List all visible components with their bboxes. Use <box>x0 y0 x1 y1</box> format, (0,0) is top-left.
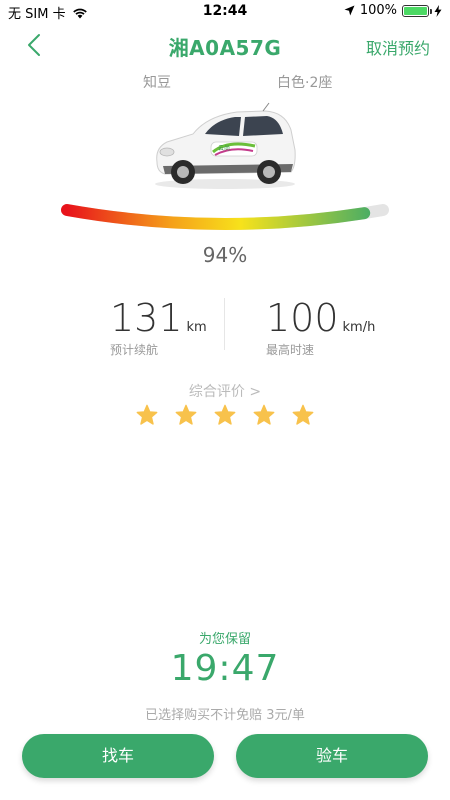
battery-fill <box>404 6 427 15</box>
car-stats: 131 km 预计续航 100 km/h 最高时速 <box>0 296 450 358</box>
range-unit: km <box>186 320 207 335</box>
status-bar: 无 SIM 卡 12:44 100% <box>0 0 450 22</box>
battery-percent: 100% <box>359 3 397 18</box>
reserve-label: 为您保留 <box>198 632 251 647</box>
star-icon <box>136 404 158 425</box>
insurance-notice: 已选择购买不计免赔 3元/单 <box>145 708 305 723</box>
star-icon <box>292 404 314 425</box>
find-car-button[interactable]: 找车 <box>22 734 214 778</box>
star-icon <box>175 404 197 425</box>
charging-bolt-icon <box>434 4 442 17</box>
cancel-reservation-button[interactable]: 取消预约 <box>366 35 430 59</box>
stats-divider <box>224 298 225 350</box>
star-icon <box>214 404 236 425</box>
car-color-seats: 白色·2座 <box>277 75 333 91</box>
star-icon <box>253 404 275 425</box>
gauge-fill <box>61 204 389 230</box>
svg-text:云尚: 云尚 <box>218 144 230 152</box>
location-arrow-icon <box>344 5 355 16</box>
speed-value: 100 <box>266 296 339 340</box>
speed-label: 最高时速 <box>266 343 315 357</box>
car-meta: 知豆 白色·2座 <box>0 72 450 92</box>
battery-percent-text: 94% <box>202 243 248 267</box>
overall-rating-link[interactable]: 综合评价 > <box>0 381 450 401</box>
speed-stat: 100 km/h 最高时速 <box>266 296 450 358</box>
inspect-car-button[interactable]: 验车 <box>236 734 428 778</box>
countdown-timer: 19:47 <box>170 648 280 689</box>
range-value: 131 <box>110 296 183 340</box>
battery-gauge <box>61 204 389 230</box>
battery-icon <box>402 4 432 17</box>
car-image: 云尚 <box>155 102 296 189</box>
status-right: 100% <box>344 3 442 18</box>
car-brand: 知豆 <box>143 75 171 91</box>
nav-bar: 湘A0A57G 取消预约 <box>0 22 450 68</box>
rating-stars <box>0 404 450 426</box>
speed-unit: km/h <box>342 320 376 335</box>
